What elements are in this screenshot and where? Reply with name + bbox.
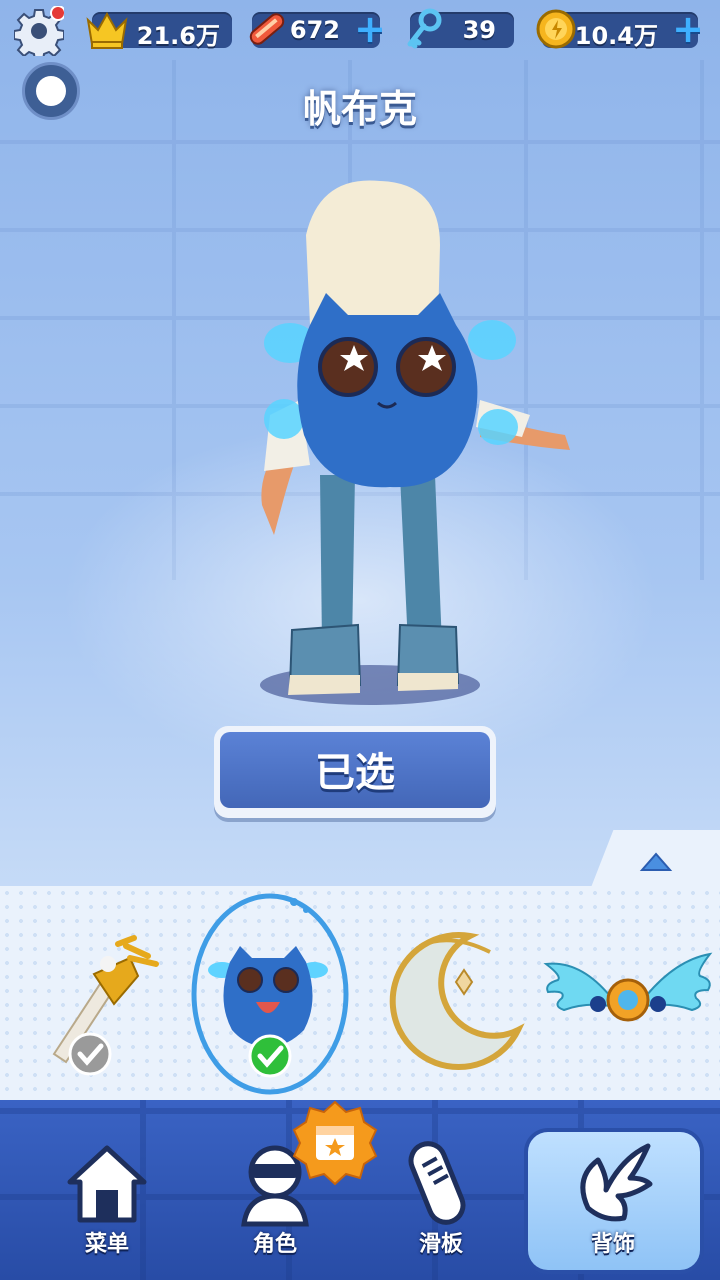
item-slot-crystal-wings[interactable] bbox=[540, 886, 713, 1106]
key-value: 39 bbox=[462, 16, 496, 44]
home-icon bbox=[67, 1145, 147, 1223]
key-icon bbox=[407, 8, 442, 49]
crown-icon bbox=[86, 11, 128, 49]
item-slot-blue-creature[interactable] bbox=[188, 886, 358, 1106]
item-tray bbox=[0, 886, 720, 1106]
crown-counter: 21.6万 bbox=[86, 11, 232, 50]
board-value: 672 bbox=[289, 16, 340, 44]
nav-menu[interactable]: 菜单 bbox=[32, 1120, 182, 1270]
nav-menu-label: 菜单 bbox=[84, 1232, 129, 1257]
crown-value: 21.6万 bbox=[136, 22, 220, 50]
crystal-wings-backpack-icon bbox=[543, 952, 713, 1022]
skateboard-icon bbox=[408, 1141, 466, 1225]
chevron-up-icon bbox=[639, 852, 673, 871]
crescent-moon-backpack-icon bbox=[389, 932, 525, 1071]
resource-bar: 21.6万 672 + 39 10.4万 + bbox=[0, 0, 720, 62]
key-counter: 39 bbox=[407, 8, 514, 49]
character-model bbox=[260, 180, 570, 705]
character-name: 帆布克 bbox=[302, 87, 417, 131]
nav-backpack-label: 背饰 bbox=[590, 1232, 635, 1257]
nav-backpack[interactable]: 背饰 bbox=[538, 1120, 688, 1270]
nav-board-label: 滑板 bbox=[418, 1232, 463, 1257]
wing-icon bbox=[580, 1143, 653, 1222]
expand-tray-button[interactable] bbox=[590, 830, 720, 890]
add-coins-button[interactable]: + bbox=[672, 10, 704, 48]
board-counter: 672 + bbox=[249, 10, 386, 48]
add-boards-button[interactable]: + bbox=[354, 10, 386, 48]
nav-character-label: 角色 bbox=[252, 1232, 297, 1257]
gear-icon bbox=[13, 5, 66, 61]
coin-value: 10.4万 bbox=[574, 22, 658, 50]
item-slot-torch[interactable] bbox=[20, 886, 190, 1106]
hoverboard-icon bbox=[249, 13, 285, 45]
notification-dot bbox=[50, 5, 66, 21]
settings-button[interactable] bbox=[13, 5, 66, 61]
selected-button[interactable]: 已选 bbox=[214, 726, 496, 818]
nav-board[interactable]: 滑板 bbox=[366, 1120, 516, 1270]
owned-check-icon bbox=[68, 1032, 112, 1076]
selected-check-icon bbox=[248, 1034, 292, 1078]
coin-counter: 10.4万 + bbox=[536, 9, 704, 50]
item-slot-crescent-moon[interactable] bbox=[372, 886, 542, 1106]
selected-button-label: 已选 bbox=[315, 750, 395, 796]
